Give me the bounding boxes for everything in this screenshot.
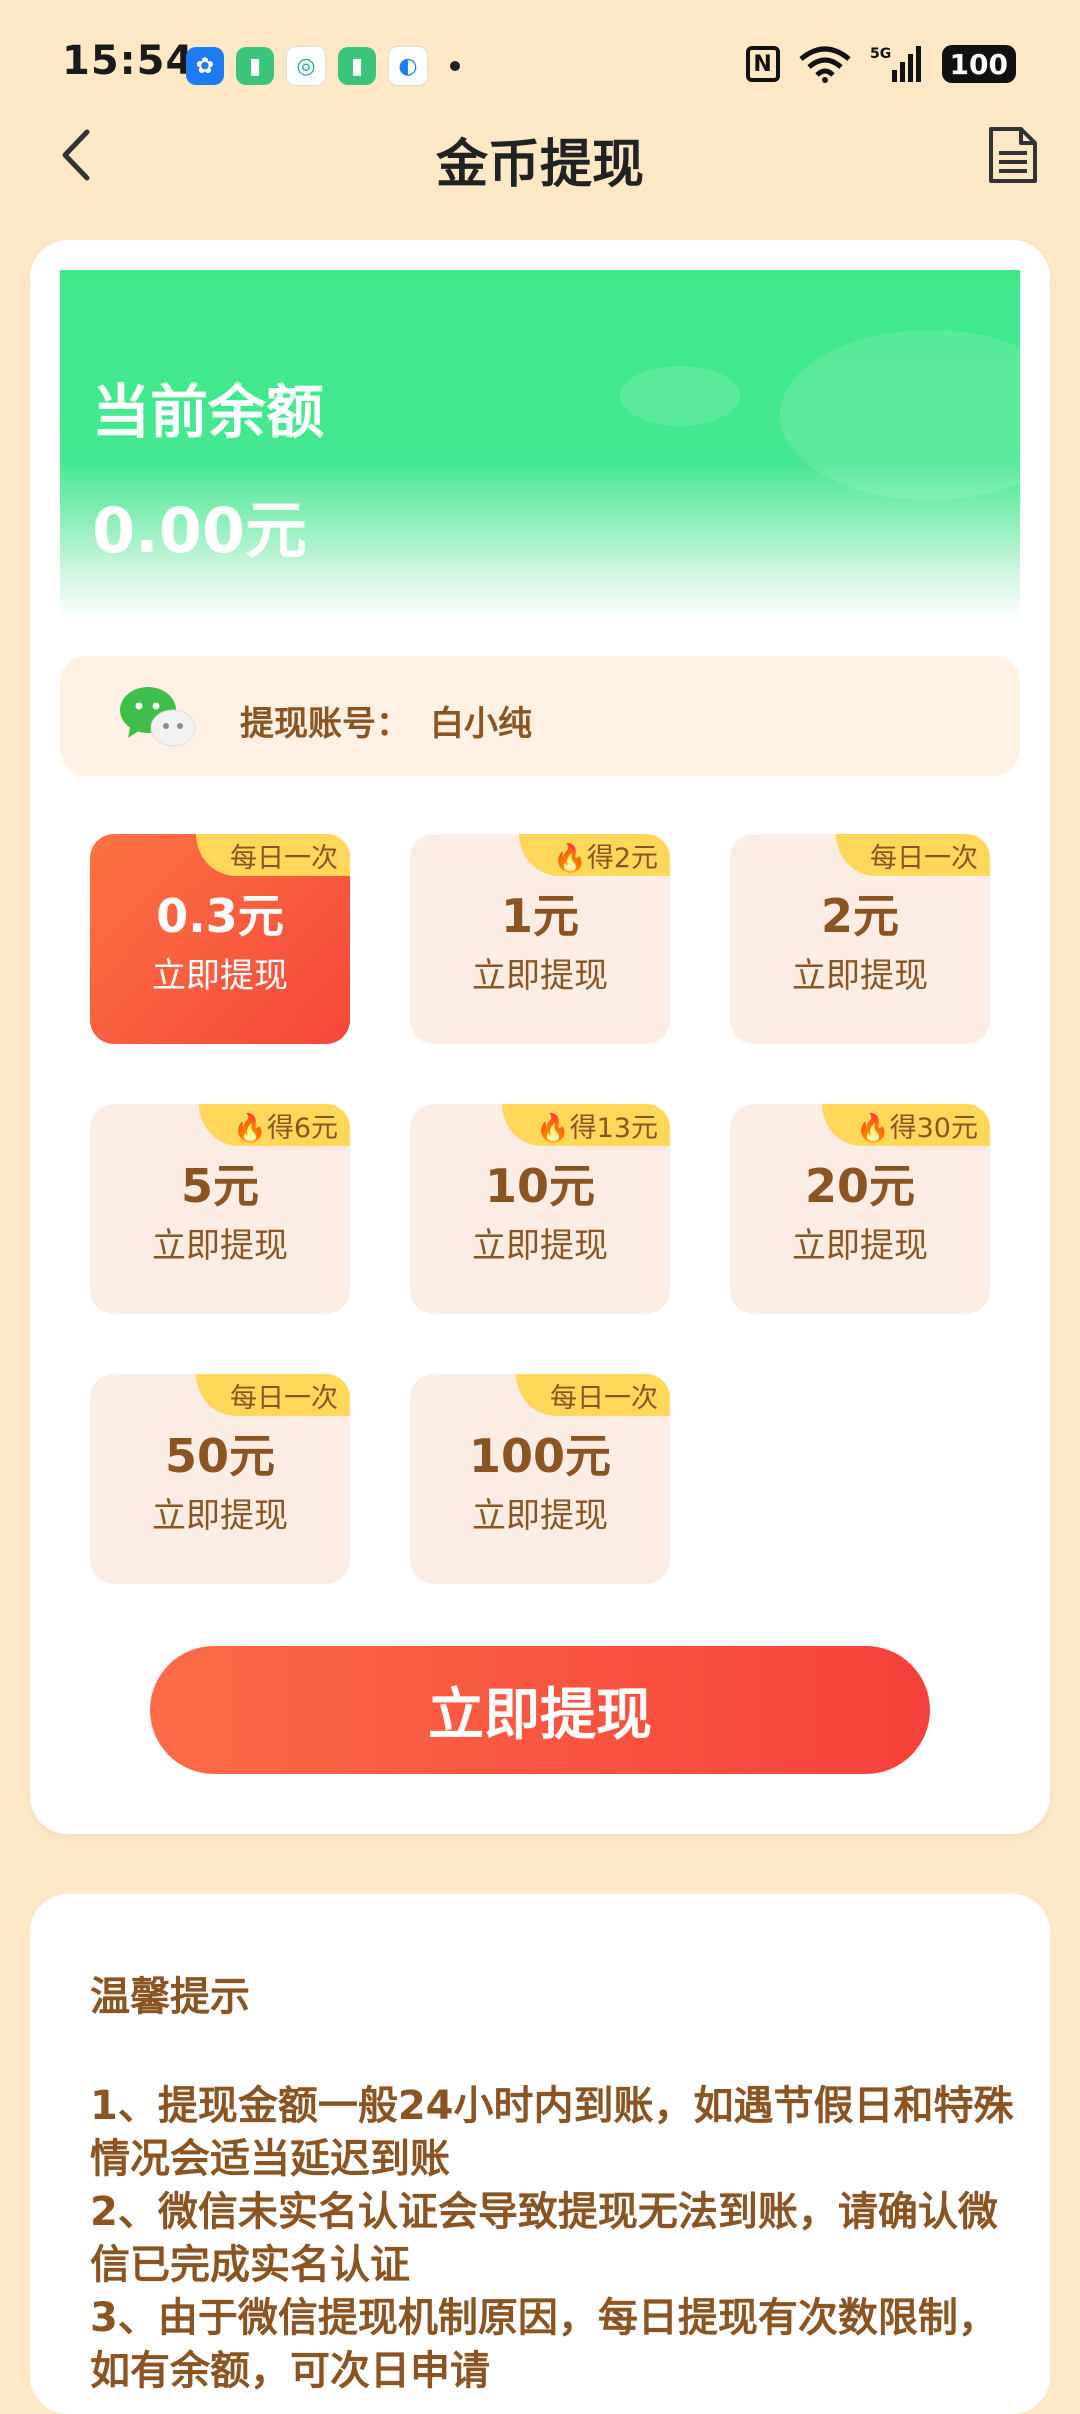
option-amount: 10元 <box>484 1159 595 1213</box>
withdraw-option-50[interactable]: 每日一次 50元 立即提现 <box>90 1374 350 1584</box>
option-action: 立即提现 <box>792 956 928 996</box>
tips-card: 温馨提示 1、提现金额一般24小时内到账，如遇节假日和特殊情况会适当延迟到账 2… <box>30 1894 1050 2414</box>
wechat-icon <box>120 687 196 748</box>
wifi-icon <box>798 46 851 83</box>
withdraw-now-button[interactable]: 立即提现 <box>150 1646 930 1774</box>
tip-line: 2、微信未实名认证会导致提现无法到账，请确认微信已完成实名认证 <box>90 2189 998 2288</box>
status-right: N 5G 100 <box>745 44 1016 84</box>
withdraw-account-row[interactable]: 提现账号： 白小纯 <box>60 656 1020 776</box>
pinwheel-app-icon: ✿ <box>186 47 224 85</box>
withdraw-option-1[interactable]: 🔥得2元 1元 立即提现 <box>410 834 670 1044</box>
battery-indicator: 100 <box>941 45 1016 83</box>
nfc-icon: N <box>745 46 780 82</box>
option-tag: 🔥得6元 <box>199 1104 350 1146</box>
mobile-carrier-icon: ◎ <box>286 46 326 86</box>
option-action: 立即提现 <box>152 1496 288 1536</box>
page-title: 金币提现 <box>435 135 644 195</box>
option-tag: 🔥得30元 <box>822 1104 990 1146</box>
balance-value: 0.00元 <box>92 494 307 567</box>
option-amount: 2元 <box>820 889 899 943</box>
battery-app-icon-2: ▮ <box>338 47 376 85</box>
balance-label: 当前余额 <box>92 378 325 446</box>
decorative-blob <box>780 330 1020 500</box>
tip-line: 1、提现金额一般24小时内到账，如遇节假日和特殊情况会适当延迟到账 <box>90 2083 1014 2182</box>
option-tag: 每日一次 <box>196 834 350 876</box>
option-tag: 每日一次 <box>836 834 990 876</box>
option-tag: 🔥得13元 <box>502 1104 670 1146</box>
option-action: 立即提现 <box>152 956 288 996</box>
withdraw-option-2[interactable]: 每日一次 2元 立即提现 <box>730 834 990 1044</box>
battery-app-icon: ▮ <box>236 47 274 85</box>
cellular-signal-icon: 5G <box>870 46 921 82</box>
option-action: 立即提现 <box>472 956 608 996</box>
withdraw-option-10[interactable]: 🔥得13元 10元 立即提现 <box>410 1104 670 1314</box>
withdraw-option-5[interactable]: 🔥得6元 5元 立即提现 <box>90 1104 350 1314</box>
tip-line: 3、由于微信提现机制原因，每日提现有次数限制，如有余额，可次日申请 <box>90 2295 998 2394</box>
withdraw-option-0-3[interactable]: 每日一次 0.3元 立即提现 <box>90 834 350 1044</box>
tips-title: 温馨提示 <box>90 1974 250 2020</box>
option-tag: 每日一次 <box>196 1374 350 1416</box>
option-amount: 20元 <box>804 1159 915 1213</box>
decorative-blob <box>620 366 740 426</box>
status-time: 15:54 <box>62 38 195 84</box>
more-notifications-icon <box>450 61 460 71</box>
option-amount: 0.3元 <box>156 889 284 943</box>
option-amount: 50元 <box>164 1429 275 1483</box>
records-button[interactable] <box>980 120 1046 190</box>
option-amount: 5元 <box>180 1159 259 1213</box>
option-amount: 100元 <box>468 1429 612 1483</box>
option-tag: 🔥得2元 <box>519 834 670 876</box>
document-icon <box>989 127 1037 183</box>
account-name: 白小纯 <box>430 704 532 744</box>
status-app-icons: ✿ ▮ ◎ ▮ ◐ <box>186 46 460 86</box>
option-tag: 每日一次 <box>516 1374 670 1416</box>
option-amount: 1元 <box>500 889 579 943</box>
withdraw-option-100[interactable]: 每日一次 100元 立即提现 <box>410 1374 670 1584</box>
network-type-label: 5G <box>870 46 891 62</box>
nav-bar: 金币提现 <box>0 110 1080 200</box>
option-action: 立即提现 <box>472 1226 608 1266</box>
tips-list: 1、提现金额一般24小时内到账，如遇节假日和特殊情况会适当延迟到账 2、微信未实… <box>90 2080 1020 2398</box>
status-bar: 15:54 ✿ ▮ ◎ ▮ ◐ N 5G 100 <box>0 0 1080 120</box>
option-action: 立即提现 <box>472 1496 608 1536</box>
browser-app-icon: ◐ <box>388 46 428 86</box>
option-action: 立即提现 <box>152 1226 288 1266</box>
withdraw-option-20[interactable]: 🔥得30元 20元 立即提现 <box>730 1104 990 1314</box>
option-action: 立即提现 <box>792 1226 928 1266</box>
account-label: 提现账号： <box>240 704 410 744</box>
